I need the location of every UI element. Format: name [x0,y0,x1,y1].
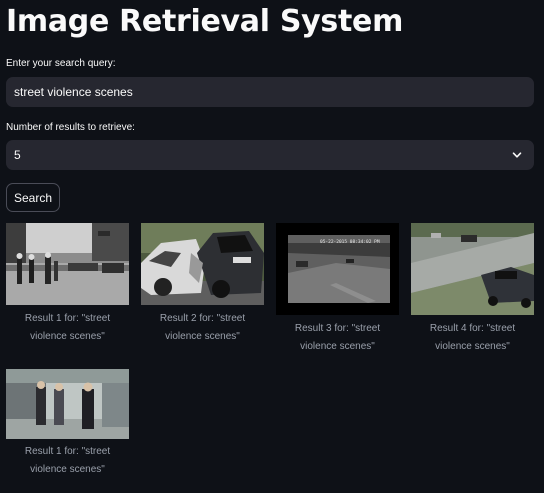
query-label: Enter your search query: [6,58,116,69]
result-caption: Result 3 for: "street violence scenes" [276,320,399,356]
result-card: Result 4 for: "street violence scenes" [411,223,534,356]
result-caption-line1: Result 1 for: "street [24,313,111,324]
num-results-value: 5 [14,148,21,162]
result-image-photo [6,223,129,305]
result-image[interactable] [6,223,129,305]
result-caption: Result 4 for: "street violence scenes" [411,320,534,356]
result-image[interactable] [6,369,129,439]
result-image-photo [141,223,264,305]
result-card: 05-22-2015 08:34:02 PM Result 3 for: "st… [276,223,399,356]
page-title: Image Retrieval System [6,4,404,39]
result-caption-line2: violence scenes" [30,331,105,342]
result-caption-line1: Result 3 for: "street [294,323,381,334]
result-caption-line2: violence scenes" [165,331,240,342]
result-caption-line2: violence scenes" [300,341,375,352]
result-caption: Result 1 for: "street violence scenes" [6,443,129,479]
timestamp-overlay: 05-22-2015 08:34:02 PM [320,239,380,245]
result-caption-line2: violence scenes" [30,464,105,475]
search-input[interactable]: street violence scenes [6,77,534,107]
result-card: Result 2 for: "street violence scenes" [141,223,264,346]
result-image-photo: 05-22-2015 08:34:02 PM [276,223,399,315]
chevron-down-icon [512,152,522,158]
num-results-select[interactable]: 5 [6,140,534,170]
result-card: Result 1 for: "street violence scenes" [6,369,129,479]
result-image[interactable] [411,223,534,315]
result-image-photo [6,369,129,439]
result-image-photo [411,223,534,315]
search-input-value: street violence scenes [14,85,133,99]
result-caption-line2: violence scenes" [435,341,510,352]
result-card: Result 1 for: "street violence scenes" [6,223,129,346]
search-button[interactable]: Search [6,183,60,212]
result-caption-line1: Result 2 for: "street [159,313,246,324]
result-caption-line1: Result 1 for: "street [24,446,111,457]
result-caption-line1: Result 4 for: "street [429,323,516,334]
result-caption: Result 2 for: "street violence scenes" [141,310,264,346]
num-results-label: Number of results to retrieve: [6,122,135,133]
result-image[interactable]: 05-22-2015 08:34:02 PM [276,223,399,315]
result-caption: Result 1 for: "street violence scenes" [6,310,129,346]
result-image[interactable] [141,223,264,305]
